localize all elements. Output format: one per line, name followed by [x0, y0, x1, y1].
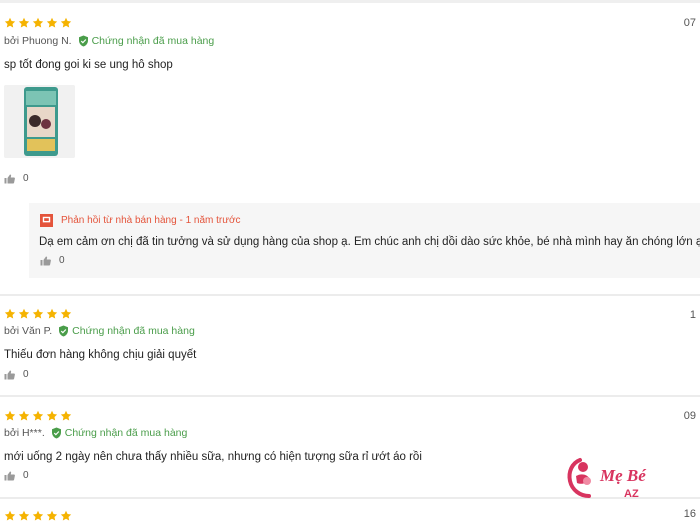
review-author: bởi H***. [4, 427, 45, 439]
star-icon [60, 308, 72, 319]
logo-subtext: AZ [624, 488, 639, 500]
like-count: 0 [23, 369, 29, 380]
star-icon [4, 410, 16, 421]
review-author: bởi Phuong N. [4, 35, 72, 47]
star-icon [18, 17, 30, 28]
rating-stars [4, 510, 72, 522]
verified-shield-icon [59, 325, 69, 337]
verified-label: Chứng nhận đã mua hàng [64, 427, 188, 439]
product-photo-image [4, 85, 75, 158]
star-icon [60, 410, 72, 421]
review-author: bởi Văn P. [4, 325, 53, 337]
star-icon [46, 17, 58, 28]
star-icon [18, 308, 30, 319]
star-icon [18, 510, 30, 521]
review-content: mới uống 2 ngày nên chưa thấy nhiều sữa,… [4, 451, 422, 463]
star-icon [32, 17, 44, 28]
review-date: 07 [683, 17, 696, 29]
review-photo[interactable] [4, 85, 75, 158]
like-count: 0 [23, 470, 29, 481]
review-byline: bởi Phuong N. Chứng nhận đã mua hàng [4, 35, 214, 47]
verified-badge: Chứng nhận đã mua hàng [58, 325, 195, 337]
like-button[interactable]: 0 [4, 470, 29, 481]
review-date: 09 [683, 410, 696, 422]
reply-header-label: Phản hồi từ nhà bán hàng - 1 năm trước [61, 215, 241, 226]
verified-shield-icon [78, 35, 88, 47]
thumbs-up-icon [40, 256, 51, 265]
review-content: sp tốt đong goi ki se ung hô shop [4, 59, 173, 71]
logo-mother-baby-icon: Mẹ Bé AZ [567, 458, 647, 500]
star-icon [46, 510, 58, 521]
verified-label: Chứng nhận đã mua hàng [72, 325, 195, 337]
star-icon [32, 510, 44, 521]
thumbs-up-icon [4, 370, 15, 379]
review-byline: bởi H***. Chứng nhận đã mua hàng [4, 427, 187, 439]
review-divider [0, 395, 700, 397]
star-icon [46, 410, 58, 421]
seller-reply: Phản hồi từ nhà bán hàng - 1 năm trước D… [29, 203, 700, 278]
rating-stars [4, 308, 72, 320]
thumbs-up-icon [4, 471, 15, 480]
store-icon [40, 214, 53, 227]
reply-header: Phản hồi từ nhà bán hàng - 1 năm trước [40, 214, 241, 227]
verified-label: Chứng nhận đã mua hàng [91, 35, 215, 47]
star-icon [60, 510, 72, 521]
review-date: 1 [689, 309, 696, 321]
review-divider [0, 294, 700, 296]
like-count: 0 [23, 173, 29, 184]
reply-content: Dạ em cảm ơn chị đã tin tưởng và sử dụng… [39, 236, 700, 248]
verified-badge: Chứng nhận đã mua hàng [51, 427, 188, 439]
verified-shield-icon [51, 427, 61, 439]
review-content: Thiếu đơn hàng không chịu giải quyết [4, 349, 197, 361]
star-icon [32, 410, 44, 421]
rating-stars [4, 410, 72, 422]
like-button[interactable]: 0 [4, 173, 29, 184]
star-icon [18, 410, 30, 421]
reply-like-count: 0 [59, 255, 65, 266]
thumbs-up-icon [4, 174, 15, 183]
top-divider [0, 0, 700, 3]
rating-stars [4, 17, 72, 29]
star-icon [46, 308, 58, 319]
reply-like-button[interactable]: 0 [40, 255, 65, 266]
review-date: 16 [683, 508, 696, 520]
logo-text: Mẹ Bé [599, 466, 647, 485]
star-icon [60, 17, 72, 28]
me-be-az-logo: Mẹ Bé AZ [566, 454, 664, 504]
like-button[interactable]: 0 [4, 369, 29, 380]
star-icon [32, 308, 44, 319]
star-icon [4, 308, 16, 319]
star-icon [4, 510, 16, 521]
star-icon [4, 17, 16, 28]
verified-badge: Chứng nhận đã mua hàng [78, 35, 215, 47]
review-byline: bởi Văn P. Chứng nhận đã mua hàng [4, 325, 195, 337]
